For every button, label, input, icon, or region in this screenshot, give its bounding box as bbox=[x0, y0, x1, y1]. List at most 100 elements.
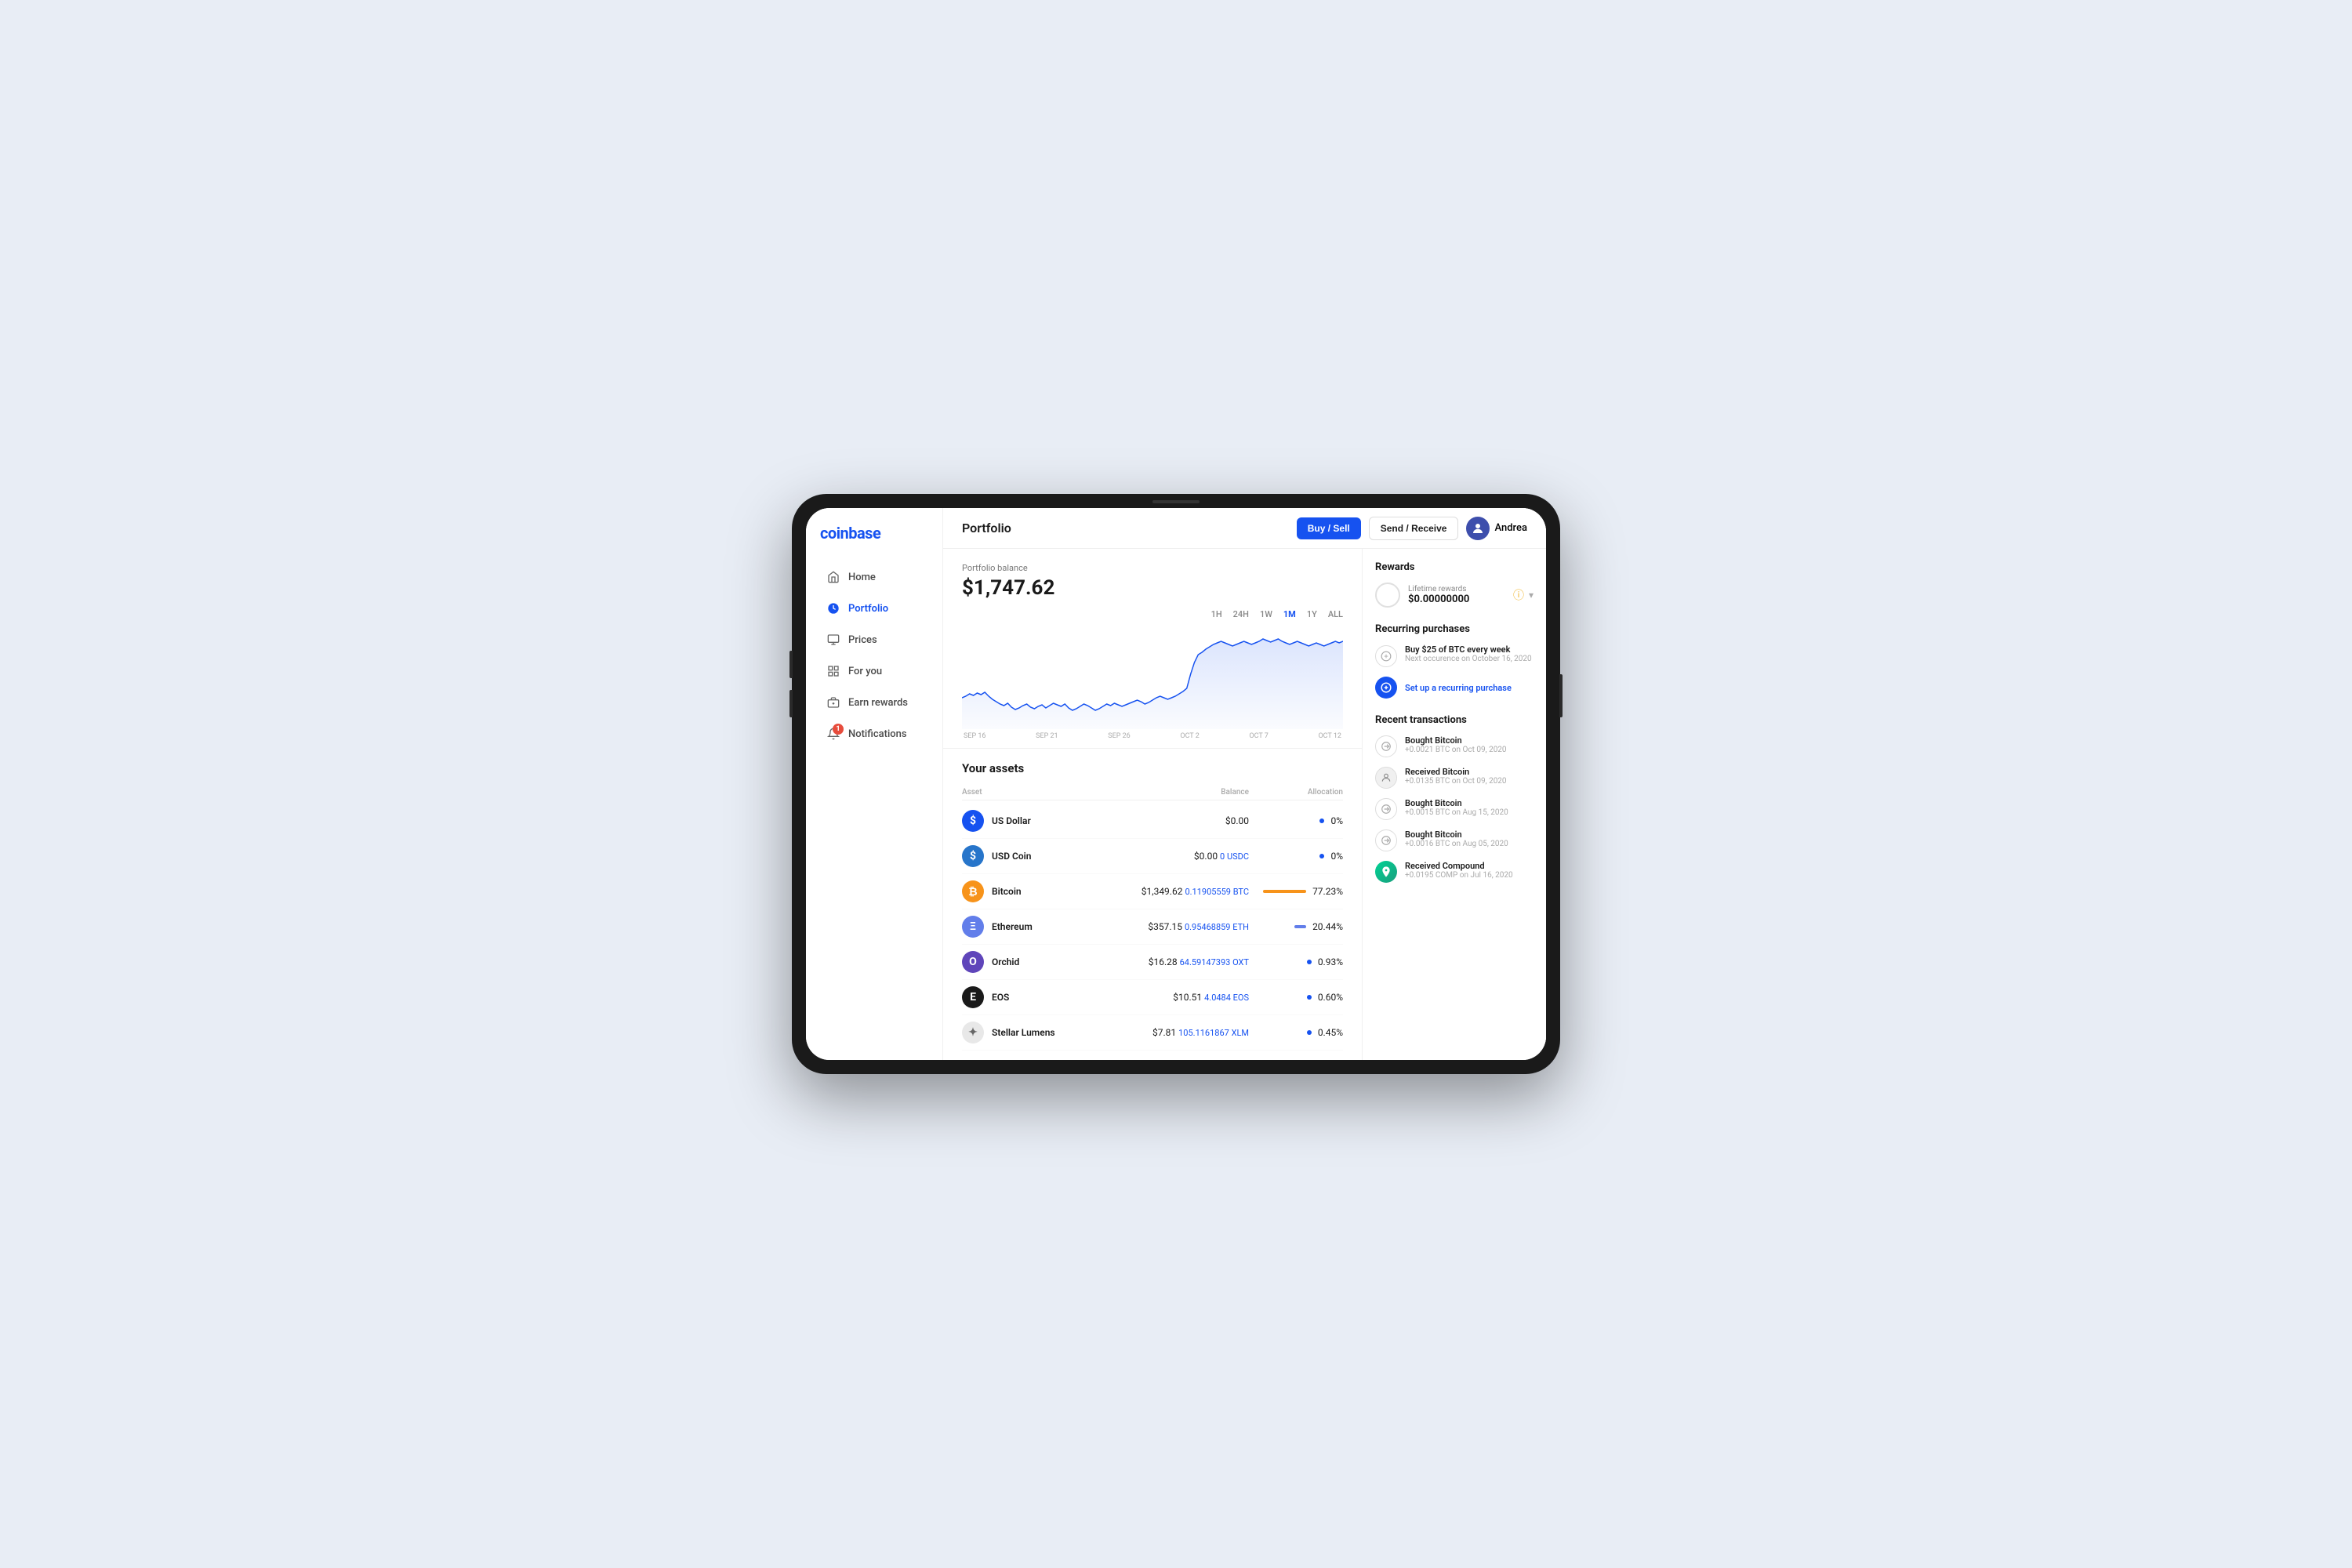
asset-balance-6: $7.81 105.1161867 XLM bbox=[1123, 1027, 1249, 1038]
sidebar: coinbase Home bbox=[806, 508, 943, 1060]
price-chart bbox=[962, 627, 1343, 729]
asset-icon-4: O bbox=[962, 951, 984, 973]
chart-date-2: SEP 26 bbox=[1108, 732, 1131, 740]
tx-title-4: Received Compound bbox=[1405, 861, 1513, 871]
chart-dates: SEP 16 SEP 21 SEP 26 OCT 2 OCT 7 OCT 12 bbox=[962, 732, 1343, 740]
reward-circle bbox=[1375, 583, 1400, 608]
sidebar-label-portfolio: Portfolio bbox=[848, 603, 888, 615]
asset-name-4: Orchid bbox=[992, 956, 1019, 967]
filter-1y[interactable]: 1Y bbox=[1307, 609, 1317, 619]
transactions-list: Bought Bitcoin +0.0021 BTC on Oct 09, 20… bbox=[1375, 735, 1534, 883]
tx-text-1: Received Bitcoin +0.0135 BTC on Oct 09, … bbox=[1405, 767, 1507, 786]
info-icon[interactable]: ⓘ bbox=[1513, 587, 1524, 603]
filter-1h[interactable]: 1H bbox=[1211, 609, 1222, 619]
asset-info: $ US Dollar bbox=[962, 810, 1123, 832]
asset-icon-2: ₿ bbox=[962, 880, 984, 902]
sidebar-item-prices[interactable]: Prices bbox=[812, 625, 936, 655]
assets-section: Your assets Asset Balance Allocation $ U… bbox=[943, 749, 1362, 1060]
asset-balance-2: $1,349.62 0.11905559 BTC bbox=[1123, 886, 1249, 897]
transaction-item[interactable]: Bought Bitcoin +0.0015 BTC on Aug 15, 20… bbox=[1375, 798, 1534, 820]
earn-rewards-icon bbox=[826, 695, 840, 710]
header: Portfolio Buy / Sell Send / Receive bbox=[943, 508, 1546, 549]
recurring-section: Recurring purchases Buy $25 of BTC e bbox=[1375, 623, 1534, 699]
setup-recurring-label[interactable]: Set up a recurring purchase bbox=[1405, 683, 1512, 693]
asset-allocation-0: 0% bbox=[1249, 815, 1343, 826]
sidebar-label-home: Home bbox=[848, 572, 876, 583]
sidebar-label-prices: Prices bbox=[848, 634, 877, 646]
user-info[interactable]: Andrea bbox=[1466, 517, 1527, 540]
reward-controls: ⓘ ▾ bbox=[1513, 587, 1534, 603]
table-row[interactable]: ✦ Stellar Lumens $7.81 105.1161867 XLM 0… bbox=[962, 1015, 1343, 1051]
table-row[interactable]: ₿ Bitcoin $1,349.62 0.11905559 BTC 77.23… bbox=[962, 874, 1343, 909]
filter-24h[interactable]: 24H bbox=[1233, 609, 1249, 619]
logo-text: coinbase bbox=[820, 524, 880, 543]
sidebar-item-notifications[interactable]: 1 Notifications bbox=[812, 719, 936, 749]
asset-allocation-2: 77.23% bbox=[1249, 886, 1343, 897]
sidebar-item-earn-rewards[interactable]: Earn rewards bbox=[812, 688, 936, 717]
tx-title-0: Bought Bitcoin bbox=[1405, 735, 1507, 746]
recurring-text-0: Buy $25 of BTC every week Next occurence… bbox=[1405, 644, 1532, 663]
asset-icon-1: $ bbox=[962, 845, 984, 867]
avatar bbox=[1466, 517, 1490, 540]
rewards-title: Rewards bbox=[1375, 561, 1534, 573]
table-row[interactable]: E EOS $10.51 4.0484 EOS 0.60% bbox=[962, 980, 1343, 1015]
asset-icon-0: $ bbox=[962, 810, 984, 832]
col-allocation: Allocation bbox=[1249, 788, 1343, 797]
bought-icon bbox=[1375, 798, 1397, 820]
asset-icon-6: ✦ bbox=[962, 1022, 984, 1044]
notifications-icon: 1 bbox=[826, 727, 840, 741]
asset-balance-0: $0.00 bbox=[1123, 815, 1249, 826]
filter-all[interactable]: ALL bbox=[1328, 609, 1343, 619]
sidebar-item-portfolio[interactable]: Portfolio bbox=[812, 593, 936, 623]
tx-title-1: Received Bitcoin bbox=[1405, 767, 1507, 777]
chevron-icon[interactable]: ▾ bbox=[1529, 590, 1534, 601]
tx-text-0: Bought Bitcoin +0.0021 BTC on Oct 09, 20… bbox=[1405, 735, 1507, 754]
chart-date-4: OCT 7 bbox=[1249, 732, 1268, 740]
asset-allocation-3: 20.44% bbox=[1249, 921, 1343, 932]
recurring-title-0: Buy $25 of BTC every week bbox=[1405, 644, 1532, 655]
reward-label: Lifetime rewards bbox=[1408, 585, 1505, 593]
notification-badge: 1 bbox=[833, 724, 844, 735]
asset-name-2: Bitcoin bbox=[992, 886, 1022, 897]
for-you-icon bbox=[826, 664, 840, 678]
buy-sell-button[interactable]: Buy / Sell bbox=[1297, 517, 1361, 539]
filter-1m[interactable]: 1M bbox=[1283, 609, 1296, 619]
table-row[interactable]: O Orchid $16.28 64.59147393 OXT 0.93% bbox=[962, 945, 1343, 980]
asset-balance-3: $357.15 0.95468859 ETH bbox=[1123, 921, 1249, 932]
transaction-item[interactable]: Received Bitcoin +0.0135 BTC on Oct 09, … bbox=[1375, 767, 1534, 789]
asset-info: Ξ Ethereum bbox=[962, 916, 1123, 938]
rewards-section: Rewards Lifetime rewards $0.00000000 ⓘ ▾ bbox=[1375, 561, 1534, 608]
transactions-section: Recent transactions Bought Bitcoin +0.00… bbox=[1375, 714, 1534, 883]
sidebar-logo: coinbase bbox=[806, 524, 942, 561]
transactions-title: Recent transactions bbox=[1375, 714, 1534, 726]
tablet-shell: coinbase Home bbox=[792, 494, 1560, 1074]
volume-button-2 bbox=[789, 690, 793, 717]
setup-icon bbox=[1375, 677, 1397, 699]
asset-info: ✦ Stellar Lumens bbox=[962, 1022, 1123, 1044]
col-asset: Asset bbox=[962, 788, 1123, 797]
transaction-item[interactable]: Bought Bitcoin +0.0021 BTC on Oct 09, 20… bbox=[1375, 735, 1534, 757]
screen: coinbase Home bbox=[806, 508, 1546, 1060]
table-row[interactable]: $ USD Coin $0.00 0 USDC 0% bbox=[962, 839, 1343, 874]
asset-balance-5: $10.51 4.0484 EOS bbox=[1123, 992, 1249, 1003]
assets-table: Asset Balance Allocation $ US Dollar $0.… bbox=[962, 785, 1343, 1051]
asset-info: E EOS bbox=[962, 986, 1123, 1008]
tx-title-3: Bought Bitcoin bbox=[1405, 829, 1508, 840]
filter-1w[interactable]: 1W bbox=[1260, 609, 1272, 619]
bought-icon bbox=[1375, 829, 1397, 851]
setup-recurring[interactable]: Set up a recurring purchase bbox=[1375, 677, 1534, 699]
transaction-item[interactable]: Received Compound +0.0195 COMP on Jul 16… bbox=[1375, 861, 1534, 883]
right-panel: Rewards Lifetime rewards $0.00000000 ⓘ ▾ bbox=[1362, 549, 1546, 1060]
send-receive-button[interactable]: Send / Receive bbox=[1369, 517, 1459, 540]
volume-button-1 bbox=[789, 651, 793, 678]
sidebar-item-for-you[interactable]: For you bbox=[812, 656, 936, 686]
recurring-icon-btc bbox=[1375, 645, 1397, 667]
table-row[interactable]: $ US Dollar $0.00 0% bbox=[962, 804, 1343, 839]
table-row[interactable]: Ξ Ethereum $357.15 0.95468859 ETH 20.44% bbox=[962, 909, 1343, 945]
chart-date-1: SEP 21 bbox=[1036, 732, 1058, 740]
time-filters: 1H 24H 1W 1M 1Y ALL bbox=[962, 609, 1343, 619]
recurring-title: Recurring purchases bbox=[1375, 623, 1534, 635]
sidebar-label-earn-rewards: Earn rewards bbox=[848, 697, 908, 709]
sidebar-item-home[interactable]: Home bbox=[812, 562, 936, 592]
transaction-item[interactable]: Bought Bitcoin +0.0016 BTC on Aug 05, 20… bbox=[1375, 829, 1534, 851]
